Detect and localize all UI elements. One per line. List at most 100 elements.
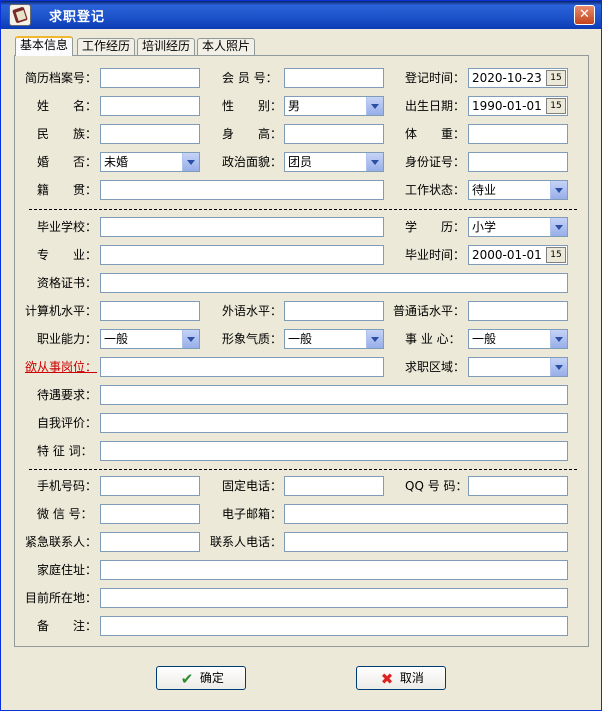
current-location-label: 目前所在地： (25, 591, 98, 605)
birth-date-picker[interactable]: 1990-01-01 15 (468, 96, 568, 116)
qq-label: QQ 号 码： (405, 479, 468, 493)
tab-work-history[interactable]: 工作经历 (77, 38, 136, 55)
email-input[interactable] (284, 504, 568, 524)
foreign-input[interactable] (284, 301, 384, 321)
remark-input[interactable] (100, 616, 568, 636)
emergency-input[interactable] (100, 532, 200, 552)
chevron-down-icon[interactable] (182, 153, 199, 171)
marital-select[interactable]: 未婚 (100, 152, 200, 172)
grad-time-picker[interactable]: 2000-01-01 15 (468, 245, 568, 265)
name-label: 姓 名： (37, 99, 98, 113)
id-no-input[interactable] (468, 152, 568, 172)
school-input[interactable] (100, 217, 384, 237)
school-label: 毕业学校： (37, 220, 98, 234)
chevron-down-icon[interactable] (366, 97, 383, 115)
height-input[interactable] (284, 124, 384, 144)
marital-value: 未婚 (104, 155, 129, 169)
member-no-input[interactable] (284, 68, 384, 88)
job-region-select[interactable] (468, 357, 568, 377)
certificate-input[interactable] (100, 273, 568, 293)
desired-post-input[interactable] (100, 357, 384, 377)
desired-post-link[interactable]: 欲从事岗位： (25, 359, 97, 375)
title-bar[interactable]: 求职登记 ✕ (1, 1, 601, 29)
tab-basic-info[interactable]: 基本信息 (15, 36, 74, 56)
current-location-input[interactable] (100, 588, 568, 608)
education-select[interactable]: 小学 (468, 217, 568, 237)
ability-select[interactable]: 一般 (100, 329, 200, 349)
grad-time-value: 2000-01-01 (472, 248, 542, 262)
ok-button-label: 确定 (199, 671, 224, 685)
chevron-down-icon[interactable] (550, 218, 567, 236)
chevron-down-icon[interactable] (366, 153, 383, 171)
phone-input[interactable] (284, 476, 384, 496)
certificate-label: 资格证书： (37, 276, 98, 290)
address-label: 家庭住址： (37, 563, 98, 577)
emergency-label: 紧急联系人： (25, 535, 98, 549)
archive-no-input[interactable] (100, 68, 200, 88)
tab-photo[interactable]: 本人照片 (197, 38, 256, 55)
ok-button[interactable]: ✔ 确定 (156, 666, 246, 690)
weight-label: 体 重： (405, 127, 466, 141)
id-no-label: 身份证号： (405, 155, 466, 169)
checkmark-icon: ✔ (180, 669, 194, 688)
calendar-icon[interactable]: 15 (546, 70, 566, 86)
traits-input[interactable] (100, 441, 568, 461)
chevron-down-icon[interactable] (550, 181, 567, 199)
salary-input[interactable] (100, 385, 568, 405)
image-select[interactable]: 一般 (284, 329, 384, 349)
tab-training-history[interactable]: 培训经历 (137, 38, 196, 55)
wechat-label: 微 信 号： (37, 507, 93, 521)
reg-time-label: 登记时间： (405, 71, 466, 85)
career-select[interactable]: 一般 (468, 329, 568, 349)
weight-input[interactable] (468, 124, 568, 144)
self-eval-input[interactable] (100, 413, 568, 433)
native-label: 籍 贯： (37, 183, 98, 197)
remark-label: 备 注： (37, 619, 98, 633)
name-input[interactable] (100, 96, 200, 116)
reg-time-value: 2020-10-23 (472, 71, 542, 85)
political-value: 团员 (288, 155, 313, 169)
close-button[interactable]: ✕ (574, 5, 595, 25)
major-label: 专 业： (37, 248, 98, 262)
mobile-input[interactable] (100, 476, 200, 496)
cancel-button[interactable]: ✖ 取消 (356, 666, 446, 690)
ability-value: 一般 (104, 332, 129, 346)
close-icon: ✕ (579, 7, 590, 22)
ethnicity-label: 民 族： (37, 127, 98, 141)
gender-select[interactable]: 男 (284, 96, 384, 116)
salary-label: 待遇要求： (37, 388, 98, 402)
contact-phone-input[interactable] (284, 532, 568, 552)
calendar-icon[interactable]: 15 (546, 247, 566, 263)
work-status-select[interactable]: 待业 (468, 180, 568, 200)
computer-input[interactable] (100, 301, 200, 321)
gender-label: 性 别： (222, 99, 283, 113)
self-eval-label: 自我评价： (37, 416, 98, 430)
section-divider (29, 209, 577, 210)
reg-time-picker[interactable]: 2020-10-23 15 (468, 68, 568, 88)
ethnicity-input[interactable] (100, 124, 200, 144)
birth-label: 出生日期： (405, 99, 466, 113)
ability-label: 职业能力： (37, 332, 98, 346)
chevron-down-icon[interactable] (366, 330, 383, 348)
qq-input[interactable] (468, 476, 568, 496)
political-select[interactable]: 团员 (284, 152, 384, 172)
member-no-label: 会 员 号： (222, 71, 278, 85)
major-input[interactable] (100, 245, 384, 265)
calendar-icon[interactable]: 15 (546, 98, 566, 114)
wechat-input[interactable] (100, 504, 200, 524)
mandarin-input[interactable] (468, 301, 568, 321)
basic-info-panel: 简历档案号： 会 员 号： 登记时间： 2020-10-23 15 姓 名： 性… (14, 55, 589, 647)
grad-time-label: 毕业时间： (405, 248, 466, 262)
address-input[interactable] (100, 560, 568, 580)
traits-label: 特 征 词： (37, 444, 93, 458)
email-label: 电子邮箱： (222, 507, 283, 521)
education-label: 学 历： (405, 220, 466, 234)
job-region-label: 求职区域： (405, 360, 466, 374)
marital-label: 婚 否： (37, 155, 98, 169)
window-title: 求职登记 (49, 10, 106, 25)
image-value: 一般 (288, 332, 313, 346)
native-input[interactable] (100, 180, 384, 200)
chevron-down-icon[interactable] (550, 358, 567, 376)
chevron-down-icon[interactable] (550, 330, 567, 348)
chevron-down-icon[interactable] (182, 330, 199, 348)
